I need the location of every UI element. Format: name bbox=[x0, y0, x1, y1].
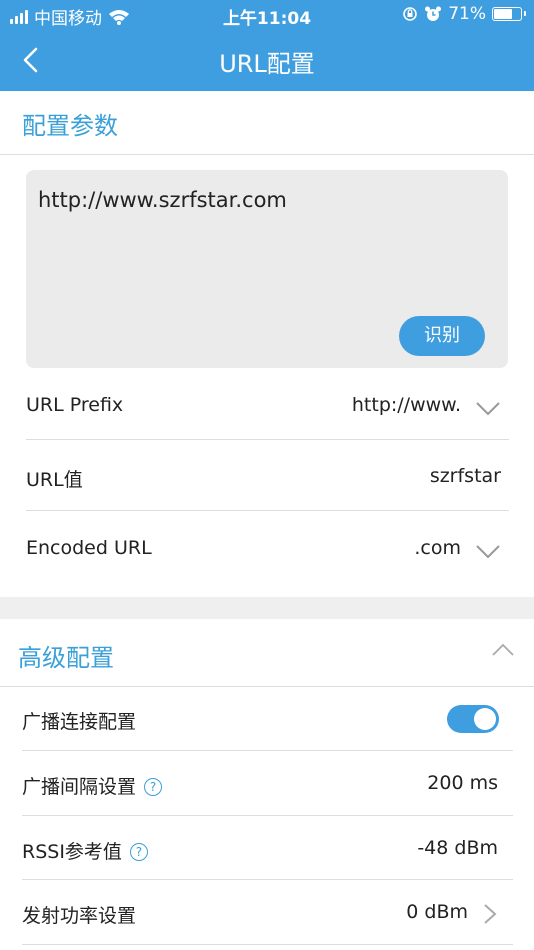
help-icon[interactable]: ? bbox=[144, 778, 163, 796]
status-bar: 中国移动 上午11:04 71% bbox=[0, 0, 534, 30]
tx-power-value: 0 dBm bbox=[406, 901, 468, 923]
help-icon[interactable]: ? bbox=[129, 843, 148, 861]
url-value-value: szrfstar bbox=[429, 465, 501, 487]
url-prefix-value: http://www. bbox=[351, 394, 461, 416]
toggle-knob bbox=[474, 708, 496, 730]
divider bbox=[22, 750, 513, 751]
divider bbox=[22, 815, 513, 816]
broadcast-interval-value: 200 ms bbox=[427, 772, 498, 794]
rssi-value: -48 dBm bbox=[417, 837, 498, 859]
advanced-section-title: 高级配置 bbox=[18, 644, 114, 672]
recognize-button[interactable]: 识别 bbox=[399, 316, 485, 356]
url-value-label: URL值 bbox=[26, 469, 83, 491]
page-title: URL配置 bbox=[219, 50, 315, 78]
chevron-down-icon[interactable] bbox=[476, 400, 500, 418]
broadcast-interval-label: 广播间隔设置 bbox=[22, 776, 137, 798]
divider bbox=[26, 510, 509, 511]
chevron-right-icon[interactable] bbox=[482, 903, 498, 925]
broadcast-interval-label-wrap: 广播间隔设置? bbox=[22, 772, 163, 799]
battery-percent: 71% bbox=[448, 4, 486, 24]
nav-bar: URL配置 bbox=[0, 30, 534, 91]
battery-icon bbox=[492, 7, 526, 21]
url-text-area[interactable]: http://www.szrfstar.com 识别 bbox=[26, 170, 508, 368]
encoded-url-value: .com bbox=[414, 537, 461, 559]
divider bbox=[26, 439, 509, 440]
encoded-url-label: Encoded URL bbox=[26, 537, 152, 559]
tx-power-label: 发射功率设置 bbox=[22, 905, 137, 927]
rssi-label-wrap: RSSI参考值? bbox=[22, 837, 148, 864]
chevron-up-icon[interactable] bbox=[492, 643, 514, 657]
url-text: http://www.szrfstar.com bbox=[38, 188, 287, 212]
status-right: 71% bbox=[402, 4, 526, 24]
divider bbox=[0, 686, 534, 687]
url-prefix-label: URL Prefix bbox=[26, 394, 124, 416]
rssi-label: RSSI参考值 bbox=[22, 841, 122, 863]
divider bbox=[22, 879, 513, 880]
config-section-title: 配置参数 bbox=[22, 112, 118, 140]
alarm-icon bbox=[425, 6, 442, 21]
divider bbox=[22, 944, 513, 945]
orientation-lock-icon bbox=[403, 7, 418, 21]
broadcast-connect-toggle[interactable] bbox=[447, 705, 499, 733]
divider bbox=[0, 154, 534, 155]
broadcast-connect-label: 广播连接配置 bbox=[22, 711, 137, 733]
section-separator bbox=[0, 597, 534, 619]
chevron-down-icon[interactable] bbox=[476, 543, 500, 561]
